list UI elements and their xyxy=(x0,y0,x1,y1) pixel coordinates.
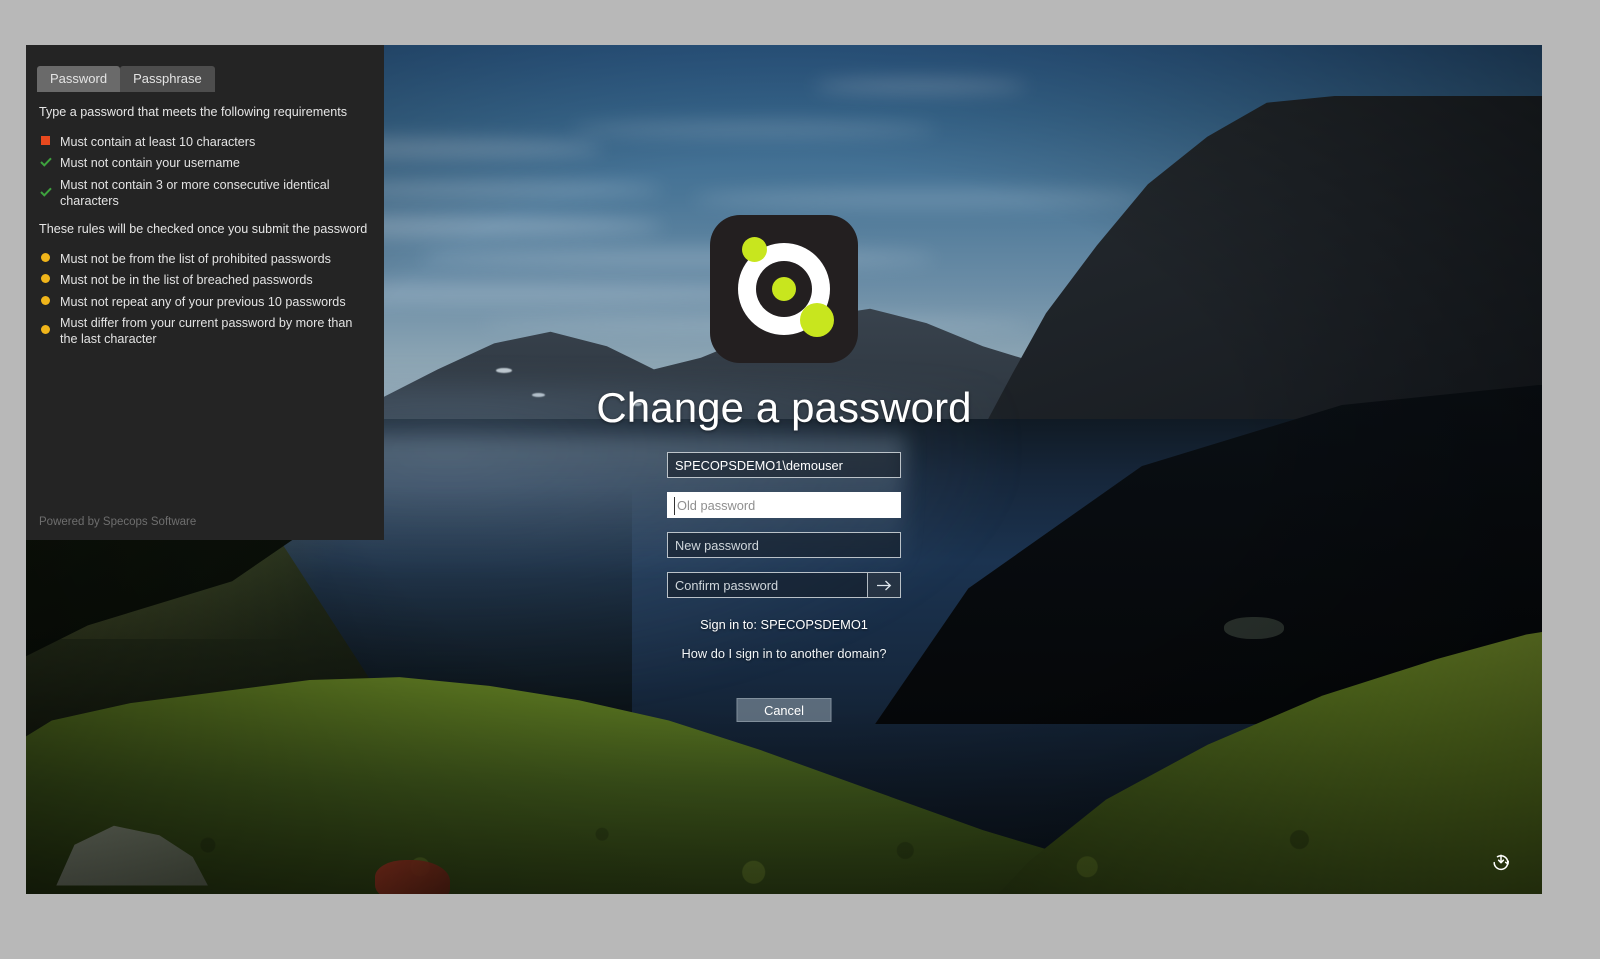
rule-item: Must not be from the list of prohibited … xyxy=(39,251,375,267)
page-title: Change a password xyxy=(596,384,972,431)
power-button[interactable] xyxy=(1488,850,1514,876)
confirm-password-field[interactable]: Confirm password xyxy=(667,572,901,598)
panel-note-text: These rules will be checked once you sub… xyxy=(39,222,368,236)
rule-text: Must not repeat any of your previous 10 … xyxy=(60,294,346,309)
rule-item: Must not be in the list of breached pass… xyxy=(39,272,375,288)
rule-item: Must differ from your current password b… xyxy=(39,315,375,348)
windows-lock-screen: Change a password SPECOPSDEMO1\demouser … xyxy=(26,45,1542,894)
power-icon xyxy=(1493,854,1510,871)
rule-item: Must not repeat any of your previous 10 … xyxy=(39,294,375,310)
username-field[interactable]: SPECOPSDEMO1\demouser xyxy=(667,452,901,478)
logo-dot-top-left xyxy=(742,237,767,262)
arrow-right-icon xyxy=(876,580,891,590)
rule-check-icon xyxy=(39,157,52,168)
tab-password[interactable]: Password xyxy=(37,66,121,92)
panel-intro-text: Type a password that meets the following… xyxy=(39,105,348,119)
rule-pending-icon xyxy=(39,253,52,262)
rule-item: Must not contain 3 or more consecutive i… xyxy=(39,177,375,210)
panel-tabs: Password Passphrase xyxy=(37,66,215,92)
cancel-button[interactable]: Cancel xyxy=(736,698,832,722)
rule-item: Must contain at least 10 characters xyxy=(39,134,375,150)
submit-button[interactable] xyxy=(867,573,900,597)
specops-logo-icon xyxy=(710,215,858,363)
panel-footer-credit: Powered by Specops Software xyxy=(39,516,197,528)
another-domain-link[interactable]: How do I sign in to another domain? xyxy=(682,646,887,661)
username-value: SPECOPSDEMO1\demouser xyxy=(675,457,843,473)
confirm-password-placeholder: Confirm password xyxy=(675,577,779,593)
tab-passphrase[interactable]: Passphrase xyxy=(120,66,215,92)
old-password-field[interactable]: Old password xyxy=(667,492,901,518)
new-password-placeholder: New password xyxy=(675,537,759,553)
logo-core-dot xyxy=(772,277,796,301)
rule-text: Must contain at least 10 characters xyxy=(60,135,256,149)
rule-pending-icon xyxy=(39,325,52,335)
rule-text: Must differ from your current password b… xyxy=(60,316,353,347)
rule-check-icon xyxy=(39,187,52,197)
rule-item: Must not contain your username xyxy=(39,155,375,171)
rule-text: Must not contain your username xyxy=(60,156,240,171)
rule-text: Must not be in the list of breached pass… xyxy=(60,273,313,288)
immediate-rules-list: Must contain at least 10 characters Must… xyxy=(39,134,375,214)
new-password-field[interactable]: New password xyxy=(667,532,901,558)
credential-fields: SPECOPSDEMO1\demouser Old password New p… xyxy=(667,452,901,612)
rule-fail-icon xyxy=(39,136,52,145)
old-password-placeholder: Old password xyxy=(677,497,756,513)
text-caret xyxy=(674,497,675,515)
screenshot-frame: Change a password SPECOPSDEMO1\demouser … xyxy=(0,0,1600,959)
deferred-rules-list: Must not be from the list of prohibited … xyxy=(39,251,375,353)
logo-dot-bottom-right xyxy=(800,303,834,337)
sign-in-to-label: Sign in to: SPECOPSDEMO1 xyxy=(700,617,868,632)
rule-text: Must not be from the list of prohibited … xyxy=(60,252,331,266)
rule-pending-icon xyxy=(39,274,52,284)
rule-pending-icon xyxy=(39,295,52,305)
password-requirements-panel: Password Passphrase Type a password that… xyxy=(26,45,384,540)
rule-text: Must not contain 3 or more consecutive i… xyxy=(60,177,330,209)
